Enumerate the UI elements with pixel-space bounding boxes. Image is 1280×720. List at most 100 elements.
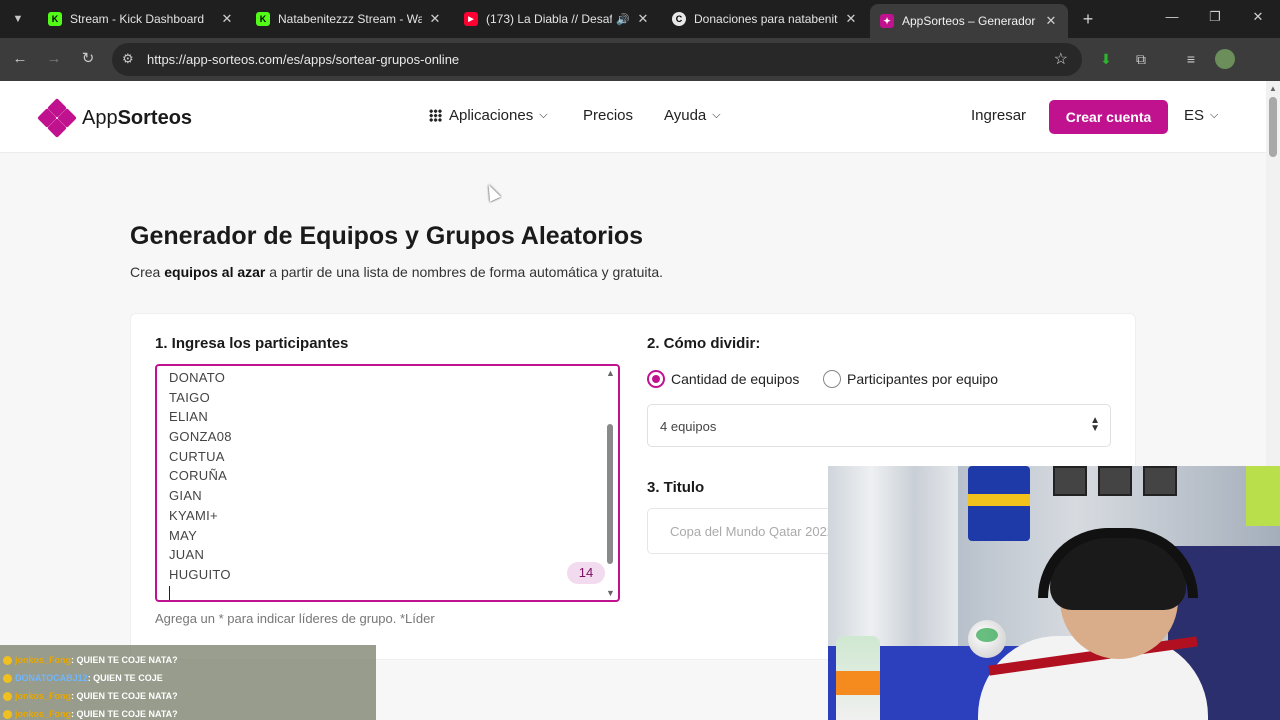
- webcam-jersey: [968, 466, 1030, 541]
- chat-message: jonkos_Fong: QUIEN TE COJE NATA?: [3, 691, 178, 702]
- media-controls-icon[interactable]: ≡: [1181, 49, 1201, 69]
- tab-title: Stream - Kick Dashboard: [70, 12, 205, 26]
- textarea-scrollbar[interactable]: ▲ ▼: [604, 368, 616, 598]
- page-subtitle: Crea equipos al azar a partir de una lis…: [130, 264, 664, 280]
- profile-avatar[interactable]: [1215, 49, 1235, 69]
- scroll-down-arrow-icon[interactable]: ▼: [606, 588, 615, 598]
- participant-name: HUGUITO: [169, 566, 231, 582]
- text-caret: [169, 586, 170, 600]
- team-count-value: 4 equipos: [660, 419, 717, 434]
- kick-favicon-icon: K: [256, 12, 270, 26]
- donation-favicon-icon: C: [672, 12, 686, 26]
- radio-team-count-label: Cantidad de equipos: [671, 371, 800, 387]
- nav-pricing-label: Precios: [583, 107, 634, 124]
- minimize-window-icon[interactable]: —: [1162, 9, 1182, 24]
- radio-selected-icon[interactable]: [647, 370, 665, 388]
- close-tab-icon[interactable]: ✕: [844, 11, 858, 27]
- back-arrow-icon[interactable]: ←: [10, 49, 30, 69]
- logo-mark-icon: [37, 98, 77, 138]
- tab-title: AppSorteos – Generador de: [902, 14, 1038, 28]
- browser-toolbar: ← → ↻ ⚙ https://app-sorteos.com/es/apps/…: [0, 38, 1280, 81]
- extension-download-icon[interactable]: ⬇: [1096, 49, 1116, 69]
- browser-tab[interactable]: C Donaciones para natabenite ✕: [662, 4, 868, 34]
- team-count-select[interactable]: 4 equipos ▲ ▼: [647, 404, 1111, 447]
- page-title: Generador de Equipos y Grupos Aleatorios: [130, 222, 644, 250]
- textarea-scrollbar-thumb[interactable]: [607, 424, 613, 564]
- chevron-down-icon: ⌵: [539, 109, 548, 121]
- nav-help-dropdown[interactable]: Ayuda ⌵: [664, 107, 721, 124]
- stream-chat-overlay: jonkos_Fong: QUIEN TE COJE NATA? DONATOCA…: [0, 645, 376, 720]
- chat-username[interactable]: jonkos_Fong: [15, 691, 71, 701]
- nav-apps-dropdown[interactable]: Aplicaciones ⌵: [429, 107, 548, 124]
- nav-pricing-link[interactable]: Precios: [583, 107, 633, 124]
- close-tab-icon[interactable]: ✕: [220, 11, 234, 27]
- speaker-icon[interactable]: 🔊: [616, 13, 630, 26]
- appsorteos-favicon-icon: ✦: [880, 14, 894, 28]
- chat-username[interactable]: DONATOCABJ12: [15, 673, 88, 683]
- chat-text: : QUIEN TE COJE NATA?: [71, 655, 178, 665]
- radio-participants-per-team[interactable]: Participantes por equipo: [823, 370, 998, 388]
- chat-text: : QUIEN TE COJE: [87, 673, 163, 683]
- logo-text: AppSorteos: [82, 106, 193, 129]
- leader-hint-text: Agrega un * para indicar líderes de grup…: [155, 611, 435, 626]
- chat-text: : QUIEN TE COJE NATA?: [71, 691, 178, 701]
- extensions-puzzle-icon[interactable]: ⧉: [1131, 49, 1151, 69]
- language-selector[interactable]: ES ⌵: [1184, 107, 1218, 124]
- forward-arrow-icon[interactable]: →: [44, 49, 64, 69]
- kick-favicon-icon: K: [48, 12, 62, 26]
- tab-title: (173) La Diabla // Desaf: [486, 12, 613, 26]
- youtube-favicon-icon: ▶: [464, 12, 478, 26]
- close-tab-icon[interactable]: ✕: [1044, 13, 1058, 29]
- scroll-up-arrow-icon[interactable]: ▲: [1269, 84, 1277, 93]
- chevron-down-icon: ⌵: [1210, 109, 1219, 121]
- participant-name: GONZA08: [169, 429, 232, 445]
- url-text[interactable]: https://app-sorteos.com/es/apps/sortear-…: [147, 52, 459, 67]
- create-account-button[interactable]: Crear cuenta: [1049, 100, 1168, 134]
- site-header: AppSorteos Aplicaciones ⌵ Precios Ayuda …: [0, 81, 1266, 153]
- tab-title: Natabenitezzz Stream - Wat: [278, 12, 422, 26]
- site-settings-icon[interactable]: ⚙: [122, 51, 134, 67]
- login-link[interactable]: Ingresar: [971, 107, 1026, 124]
- radio-unselected-icon[interactable]: [823, 370, 841, 388]
- participant-name: ELIAN: [169, 409, 209, 425]
- chat-username[interactable]: jonkos_Fong: [15, 655, 71, 665]
- close-tab-icon[interactable]: ✕: [636, 11, 650, 27]
- webcam-ball: [968, 620, 1006, 658]
- reload-icon[interactable]: ↻: [78, 49, 98, 69]
- bookmark-star-icon[interactable]: ☆: [1054, 49, 1068, 69]
- chat-badge-icon: [3, 674, 12, 684]
- browser-tab[interactable]: K Stream - Kick Dashboard ✕: [38, 4, 244, 34]
- chat-message: jonkos_Fong: QUIEN TE COJE NATA?: [3, 709, 178, 720]
- chat-badge-icon: [3, 656, 12, 666]
- login-label: Ingresar: [971, 107, 1027, 124]
- address-bar[interactable]: ⚙ https://app-sorteos.com/es/apps/sortea…: [112, 43, 1082, 76]
- new-tab-plus-icon[interactable]: +: [1078, 9, 1098, 29]
- browser-tab-active[interactable]: ✦ AppSorteos – Generador de ✕: [870, 4, 1068, 38]
- browser-tab[interactable]: K Natabenitezzz Stream - Wat ✕: [246, 4, 452, 34]
- chat-text: : QUIEN TE COJE NATA?: [71, 709, 178, 719]
- participant-name: CURTUA: [169, 448, 225, 464]
- chat-message: DONATOCABJ12: QUIEN TE COJE: [3, 673, 163, 684]
- webcam-curtain: [828, 466, 958, 656]
- scroll-up-arrow-icon[interactable]: ▲: [606, 368, 615, 378]
- scrollbar-thumb[interactable]: [1269, 97, 1277, 157]
- radio-team-count[interactable]: Cantidad de equipos: [647, 370, 799, 388]
- restore-window-icon[interactable]: ❐: [1205, 9, 1225, 25]
- chevron-down-icon: ⌵: [712, 109, 721, 121]
- participants-textarea[interactable]: DONATO TAIGO ELIAN GONZA08 CURTUA CORUÑA GIAN K…: [155, 364, 620, 602]
- section-divide-label: 2. Cómo dividir:: [647, 335, 761, 352]
- chat-badge-icon: [3, 710, 12, 720]
- participants-list: DONATO TAIGO ELIAN GONZA08 CURTUA CORUÑA GIAN K…: [169, 368, 232, 585]
- chat-username[interactable]: jonkos_Fong: [15, 709, 71, 719]
- close-tab-icon[interactable]: ✕: [428, 11, 442, 27]
- webcam-overlay: [828, 466, 1280, 720]
- close-window-icon[interactable]: ✕: [1248, 9, 1268, 25]
- appsorteos-logo[interactable]: AppSorteos: [37, 98, 193, 138]
- tab-title: Donaciones para natabenite: [694, 12, 838, 26]
- participant-name: DONATO: [169, 370, 226, 385]
- browser-tab[interactable]: ▶ (173) La Diabla // Desaf 🔊 ✕: [454, 4, 660, 34]
- tab-search-chevron-icon[interactable]: ▼: [8, 9, 28, 29]
- select-updown-icon: ▲ ▼: [1090, 415, 1100, 434]
- participant-name: GIAN: [169, 488, 202, 504]
- webcam-frame: [1053, 466, 1087, 496]
